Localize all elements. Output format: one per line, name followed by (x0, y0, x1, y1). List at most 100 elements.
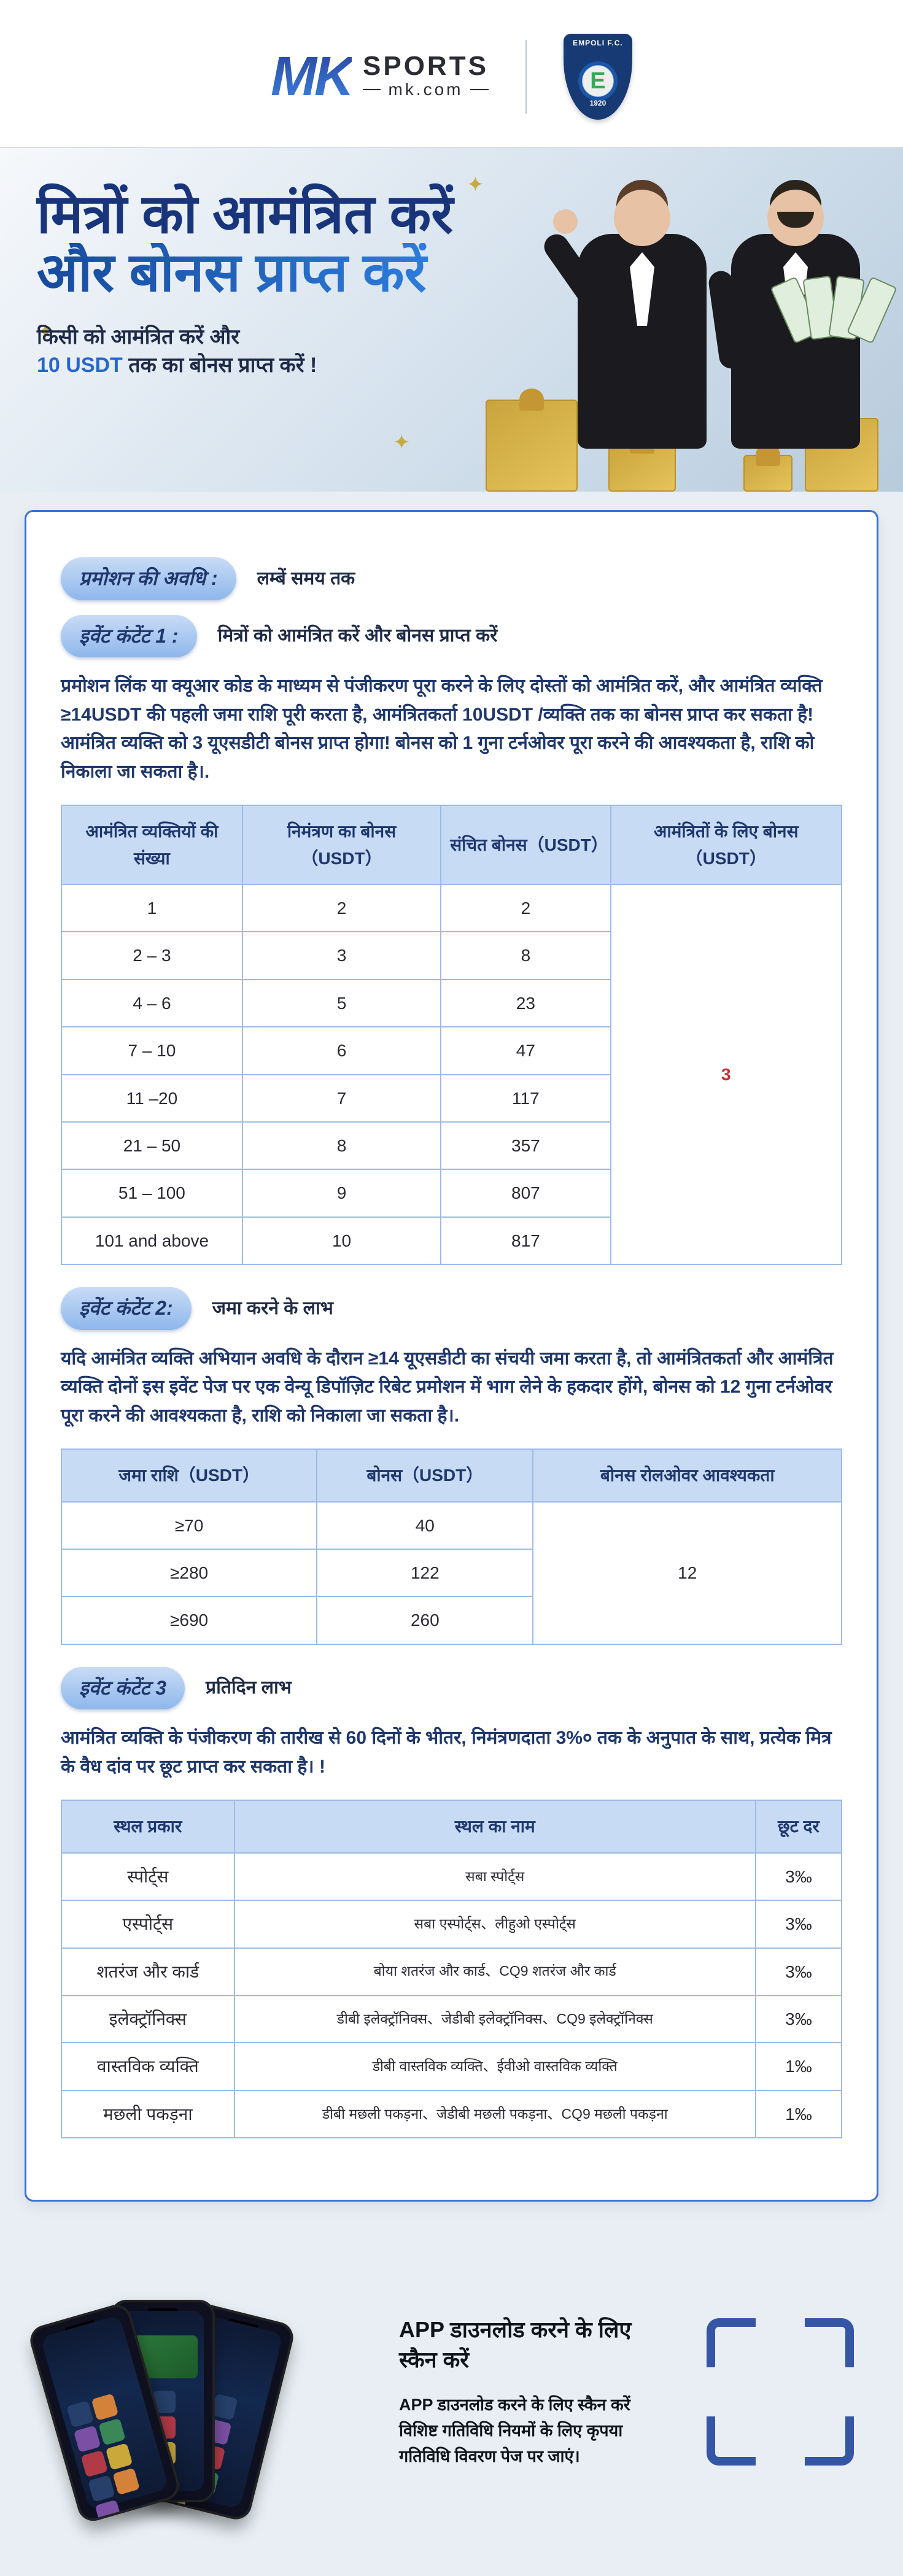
site-header: MK SPORTS mk.com E 1920 (0, 0, 903, 148)
promotion-period-row: प्रमोशन की अवधि : लम्बें समय तक (61, 557, 842, 600)
table-cell: 10 (242, 1217, 441, 1264)
table-row: वास्तविक व्यक्तिडीबी वास्तविक व्यक्ति、ईव… (61, 2043, 842, 2090)
table-cell: 260 (317, 1596, 533, 1644)
sparkle-icon: ✦ (467, 172, 484, 197)
table-cell: 21 – 50 (61, 1122, 242, 1169)
event2-body: यदि आमंत्रित व्यक्ति अभियान अवधि के दौरा… (61, 1345, 842, 1431)
app-download-footer: APP डाउनलोड करने के लिए स्कैन करें APP ड… (0, 2238, 903, 2576)
table-header-row: आमंत्रित व्यक्तियों की संख्या निमंत्रण क… (61, 805, 842, 884)
event3-body: आमंत्रित व्यक्ति के पंजीकरण की तारीख से … (61, 1724, 842, 1781)
t2-h0: जमा राशि（USDT） (61, 1449, 317, 1501)
table-cell: ≥70 (61, 1502, 317, 1549)
table-cell: 2 (441, 884, 610, 932)
promotion-period-value: लम्बें समय तक (257, 565, 355, 594)
table-cell: 1‰ (756, 2091, 842, 2138)
table-cell: 7 – 10 (61, 1027, 242, 1074)
pill-event-2: इवेंट कंटेंट 2: (61, 1287, 192, 1330)
table-cell: 1‰ (756, 2043, 842, 2090)
t3-h1: स्थल का नाम (234, 1800, 756, 1852)
hero-title-line2: और बोनस प्राप्त करें (37, 243, 461, 301)
hero-banner: ✦ ✦ ✦ मित्रों को आमंत्रित करें और बोनस प… (0, 148, 903, 492)
table-row: 1223 (61, 884, 842, 932)
t2-h1: बोनस（USDT） (317, 1449, 533, 1501)
table-cell: 40 (317, 1502, 533, 1549)
table-cell: 2 – 3 (61, 932, 242, 979)
table-cell: 3 (242, 932, 441, 979)
table-cell: 357 (441, 1122, 610, 1169)
header-divider (525, 40, 527, 114)
pill-promotion-period: प्रमोशन की अवधि : (61, 557, 236, 600)
table-cell: वास्तविक व्यक्ति (61, 2043, 234, 2090)
table-cell: 101 and above (61, 1217, 242, 1264)
table-cell: 7 (242, 1075, 441, 1122)
event1-header-row: इवेंट कंटेंट 1 : मित्रों को आमंत्रित करे… (61, 615, 842, 658)
table-cell: स्पोर्ट्स (61, 1853, 234, 1900)
event2-title: जमा करने के लाभ (212, 1294, 333, 1323)
table-cell: शतरंज और कार्ड (61, 1948, 234, 1995)
app-phones-graphic (49, 2281, 362, 2502)
pill-event-3: इवेंट कंटेंट 3 (61, 1667, 185, 1710)
hero-text: मित्रों को आमंत्रित करें और बोनस प्राप्त… (37, 185, 461, 380)
logo-sports-word: SPORTS (363, 51, 489, 81)
table-cell: 47 (441, 1027, 610, 1074)
table-header-row: स्थल प्रकार स्थल का नाम छूट दर (61, 1800, 842, 1852)
t3-h0: स्थल प्रकार (61, 1800, 234, 1852)
table-cell: डीबी इलेक्ट्रॉनिक्स、जेडीबी इलेक्ट्रॉनिक्… (234, 1995, 756, 2043)
hero-person-1 (578, 234, 707, 449)
table-cell-merged: 12 (533, 1502, 842, 1644)
t1-h2: संचित बोनस（USDT） (441, 805, 610, 884)
table-cell: डीबी मछली पकड़ना、जेडीबी मछली पकड़ना、CQ9 … (234, 2091, 756, 2138)
logo-subtitle: mk.com (363, 80, 489, 99)
event3-header-row: इवेंट कंटेंट 3 प्रतिदिन लाभ (61, 1667, 842, 1710)
table-row: ≥704012 (61, 1502, 842, 1549)
event2-header-row: इवेंट कंटेंट 2: जमा करने के लाभ (61, 1287, 842, 1330)
table-cell: ≥690 (61, 1596, 317, 1644)
table-cell: 807 (441, 1169, 610, 1216)
table-row: स्पोर्ट्ससबा स्पोर्ट्स3‰ (61, 1853, 842, 1900)
hero-title-line1: मित्रों को आमंत्रित करें (37, 185, 461, 243)
t1-h0: आमंत्रित व्यक्तियों की संख्या (61, 805, 242, 884)
empoli-badge-year: 1920 (564, 99, 632, 107)
table-cell: 5 (242, 980, 441, 1027)
table-cell: 3‰ (756, 1948, 842, 1995)
t3-h2: छूट दर (756, 1800, 842, 1852)
t2-h2: बोनस रोलओवर आवश्यकता (533, 1449, 842, 1501)
footer-text-block: APP डाउनलोड करने के लिए स्कैन करें APP ड… (399, 2314, 670, 2470)
cash-fan-icon (805, 277, 903, 344)
table-cell: डीबी वास्तविक व्यक्ति、ईवीओ वास्तविक व्यक… (234, 2043, 756, 2090)
event1-bonus-table: आमंत्रित व्यक्तियों की संख्या निमंत्रण क… (61, 805, 842, 1265)
table-cell: 51 – 100 (61, 1169, 242, 1216)
event3-title: प्रतिदिन लाभ (206, 1674, 292, 1703)
table-cell: 6 (242, 1027, 441, 1074)
hero-person-2 (731, 234, 860, 449)
footer-heading: APP डाउनलोड करने के लिए स्कैन करें (399, 2314, 670, 2374)
table-cell-merged: 3 (611, 884, 842, 1264)
table-cell: 3‰ (756, 1995, 842, 2043)
event3-rebate-table: स्थल प्रकार स्थल का नाम छूट दर स्पोर्ट्स… (61, 1800, 842, 2138)
table-cell: 122 (317, 1549, 533, 1596)
table-row: शतरंज और कार्डबोया शतरंज और कार्ड、CQ9 शत… (61, 1948, 842, 1995)
table-cell: 117 (441, 1075, 610, 1122)
promotion-card: प्रमोशन की अवधि : लम्बें समय तक इवेंट कं… (25, 510, 878, 2202)
table-row: इलेक्ट्रॉनिक्सडीबी इलेक्ट्रॉनिक्स、जेडीबी… (61, 1995, 842, 2043)
hero-sub-highlight: 10 USDT (37, 354, 123, 377)
hero-subtitle: किसी को आमंत्रित करें और 10 USDT तक का ब… (37, 323, 461, 380)
table-cell: 4 – 6 (61, 980, 242, 1027)
logo-mksports: MK SPORTS mk.com (271, 54, 489, 99)
sparkle-icon: ✦ (393, 430, 411, 455)
table-cell: 817 (441, 1217, 610, 1264)
table-cell: बोया शतरंज और कार्ड、CQ9 शतरंज और कार्ड (234, 1948, 756, 1995)
table-cell: 8 (441, 932, 610, 979)
logo-mk-mark: MK (271, 55, 352, 99)
table-cell: 3‰ (756, 1900, 842, 1947)
table-header-row: जमा राशि（USDT） बोनस（USDT） बोनस रोलओवर आव… (61, 1449, 842, 1501)
table-cell: 9 (242, 1169, 441, 1216)
table-cell: 1 (61, 884, 242, 932)
footer-body: APP डाउनलोड करने के लिए स्कैन करेंविशिष्… (399, 2392, 670, 2470)
event2-deposit-table: जमा राशि（USDT） बोनस（USDT） बोनस रोलओवर आव… (61, 1449, 842, 1645)
hero-illustration (486, 203, 878, 492)
event1-body: प्रमोशन लिंक या क्यूआर कोड के माध्यम से … (61, 672, 842, 786)
table-cell: सबा एस्पोर्ट्स、लीहुओ एस्पोर्ट्स (234, 1900, 756, 1947)
table-cell: 8 (242, 1122, 441, 1169)
table-cell: एस्पोर्ट्स (61, 1900, 234, 1947)
